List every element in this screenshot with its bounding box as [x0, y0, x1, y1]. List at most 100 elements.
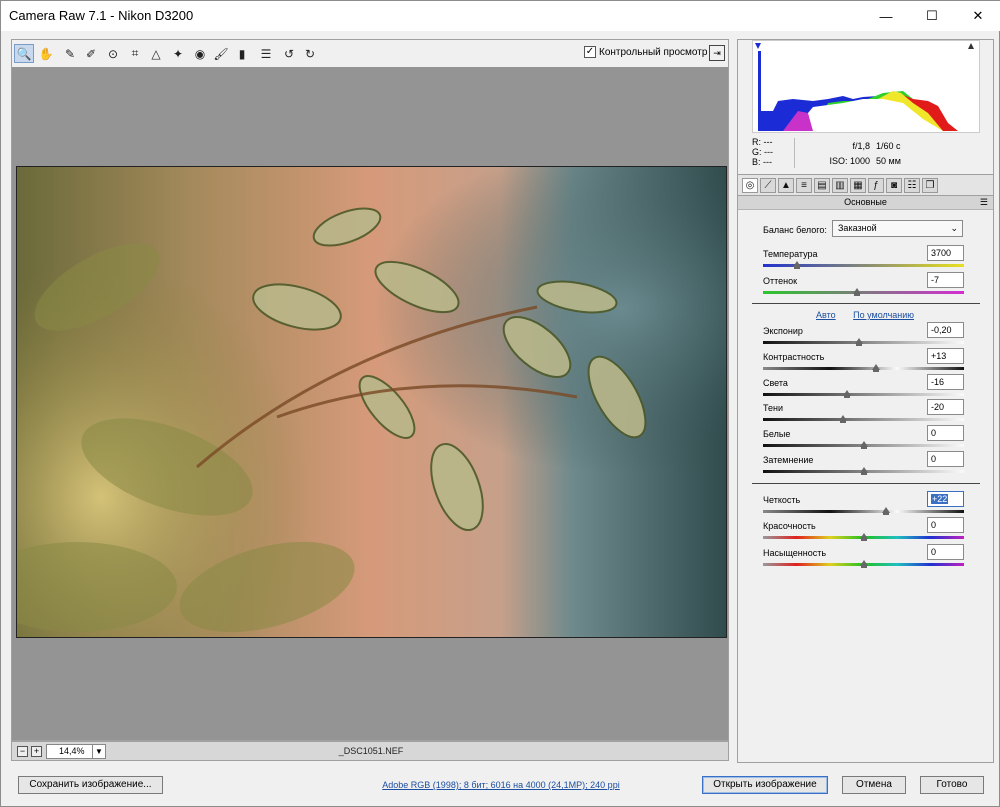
done-button[interactable]: Готово — [920, 776, 984, 794]
contrast-field[interactable]: +13 — [927, 348, 964, 364]
color-sampler-icon[interactable]: ✐ — [81, 44, 101, 63]
highlights-slider-thumb[interactable] — [843, 390, 852, 398]
chevron-down-icon: ⌄ — [950, 223, 958, 233]
vibrance-slider-thumb[interactable] — [859, 533, 868, 541]
saturation-field[interactable]: 0 — [927, 544, 964, 560]
section-divider — [752, 303, 980, 304]
blacks-label: Затемнение — [763, 455, 814, 465]
white-balance-icon[interactable]: ✎ — [60, 44, 80, 63]
whites-slider-thumb[interactable] — [859, 441, 868, 449]
shadows-slider-thumb[interactable] — [839, 415, 848, 423]
snapshots-tab-icon[interactable]: ❐ — [922, 178, 938, 193]
shadows-slider[interactable] — [763, 418, 964, 421]
adjustment-brush-icon[interactable]: 🖌 — [211, 44, 231, 63]
white-balance-value: Заказной — [838, 223, 877, 233]
saturation-slider-thumb[interactable] — [859, 560, 868, 568]
section-title: Основные — [844, 197, 887, 207]
contrast-slider-thumb[interactable] — [871, 364, 880, 372]
section-divider — [752, 483, 980, 484]
highlights-slider[interactable] — [763, 393, 964, 396]
clarity-label: Четкость — [763, 495, 801, 505]
rotate-left-icon[interactable]: ↺ — [279, 44, 299, 63]
panel-menu-icon[interactable]: ☰ — [980, 196, 988, 209]
straighten-icon[interactable]: △ — [146, 44, 166, 63]
iso-value: ISO: 1000 — [829, 156, 870, 166]
preferences-icon[interactable]: ☰ — [256, 44, 276, 63]
rotate-right-icon[interactable]: ↻ — [300, 44, 320, 63]
open-image-button[interactable]: Открыть изображение — [702, 776, 828, 794]
highlights-field[interactable]: -16 — [927, 374, 964, 390]
presets-tab-icon[interactable]: ☷ — [904, 178, 920, 193]
tone-curve-tab-icon[interactable]: ⟋ — [760, 178, 776, 193]
status-bar: − + 14,4% ▼ _DSC1051.NEF — [11, 741, 729, 761]
tint-label: Оттенок — [763, 276, 798, 286]
title-bar: Camera Raw 7.1 - Nikon D3200 — ☐ ✕ — [1, 1, 1000, 31]
r-value: --- — [763, 137, 773, 147]
clarity-slider[interactable] — [763, 510, 964, 513]
tint-slider[interactable] — [763, 291, 964, 294]
white-balance-label: Баланс белого: — [763, 225, 827, 235]
tint-field[interactable]: -7 — [927, 272, 964, 288]
g-value: --- — [764, 147, 774, 157]
red-eye-icon[interactable]: ◉ — [190, 44, 210, 63]
detail-tab-icon[interactable]: ▲ — [778, 178, 794, 193]
whites-field[interactable]: 0 — [927, 425, 964, 441]
tint-slider-thumb[interactable] — [853, 288, 862, 296]
hand-icon[interactable]: ✋ — [36, 44, 56, 63]
auto-default-links: Авто По умолчанию — [816, 310, 914, 320]
highlights-label: Света — [763, 378, 788, 388]
adjustment-panel: R: --- G: --- B: --- f/1,8 1/60 с ISO: 10… — [737, 39, 994, 763]
clarity-value: +22 — [931, 494, 949, 504]
divider — [794, 138, 795, 168]
blacks-slider-thumb[interactable] — [859, 467, 868, 475]
exposure-label: Экспонир — [763, 326, 803, 336]
clarity-field[interactable]: +22 — [927, 491, 964, 507]
window-title: Camera Raw 7.1 - Nikon D3200 — [9, 8, 194, 23]
exposure-slider-thumb[interactable] — [855, 338, 864, 346]
exposure-field[interactable]: -0,20 — [927, 322, 964, 338]
white-balance-select[interactable]: Заказной ⌄ — [832, 220, 963, 237]
r-label: R: — [752, 137, 761, 147]
preview-toggle[interactable]: ✓ Контрольный просмотр — [584, 46, 707, 58]
default-link[interactable]: По умолчанию — [853, 310, 914, 320]
temperature-field[interactable]: 3700 — [927, 245, 964, 261]
blacks-field[interactable]: 0 — [927, 451, 964, 467]
temperature-slider-thumb[interactable] — [793, 261, 802, 269]
contrast-slider[interactable] — [763, 367, 964, 370]
vibrance-field[interactable]: 0 — [927, 517, 964, 533]
fx-tab-icon[interactable]: ƒ — [868, 178, 884, 193]
clarity-slider-thumb[interactable] — [881, 507, 890, 515]
auto-link[interactable]: Авто — [816, 310, 836, 320]
shadows-field[interactable]: -20 — [927, 399, 964, 415]
shutter-value: 1/60 с — [876, 141, 901, 151]
photo-preview[interactable] — [16, 166, 727, 638]
exif-info: f/1,8 1/60 с ISO: 1000 50 мм — [800, 139, 950, 169]
camera-raw-window: Camera Raw 7.1 - Nikon D3200 — ☐ ✕ 🔍 ✋ ✎… — [0, 0, 1000, 807]
spot-removal-icon[interactable]: ✦ — [168, 44, 188, 63]
image-canvas[interactable] — [11, 67, 729, 741]
effects-tab-icon[interactable]: ▦ — [850, 178, 866, 193]
whites-label: Белые — [763, 429, 791, 439]
rgb-readout: R: --- G: --- B: --- — [752, 137, 773, 167]
preview-label: Контрольный просмотр — [599, 46, 708, 58]
graduated-filter-icon[interactable]: ▮ — [232, 44, 252, 63]
zoom-icon[interactable]: 🔍 — [14, 44, 34, 63]
b-value: --- — [763, 157, 773, 167]
basic-tab-icon[interactable]: ◎ — [742, 178, 758, 193]
crop-icon[interactable]: ⌗ — [125, 44, 145, 63]
exposure-slider[interactable] — [763, 341, 964, 344]
camera-calibration-tab-icon[interactable]: ◙ — [886, 178, 902, 193]
file-name: _DSC1051.NEF — [338, 746, 404, 756]
close-button[interactable]: ✕ — [955, 1, 1000, 31]
target-adjust-icon[interactable]: ⊙ — [103, 44, 123, 63]
preview-checkbox[interactable]: ✓ — [584, 46, 596, 58]
cancel-button[interactable]: Отмена — [842, 776, 906, 794]
split-toning-tab-icon[interactable]: ▤ — [814, 178, 830, 193]
maximize-button[interactable]: ☐ — [909, 1, 955, 31]
lens-tab-icon[interactable]: ▥ — [832, 178, 848, 193]
fullscreen-icon[interactable]: ⇥ — [709, 45, 725, 61]
focal-value: 50 мм — [876, 156, 901, 166]
hsl-tab-icon[interactable]: ≡ — [796, 178, 812, 193]
b-label: B: — [752, 157, 761, 167]
minimize-button[interactable]: — — [863, 1, 909, 31]
